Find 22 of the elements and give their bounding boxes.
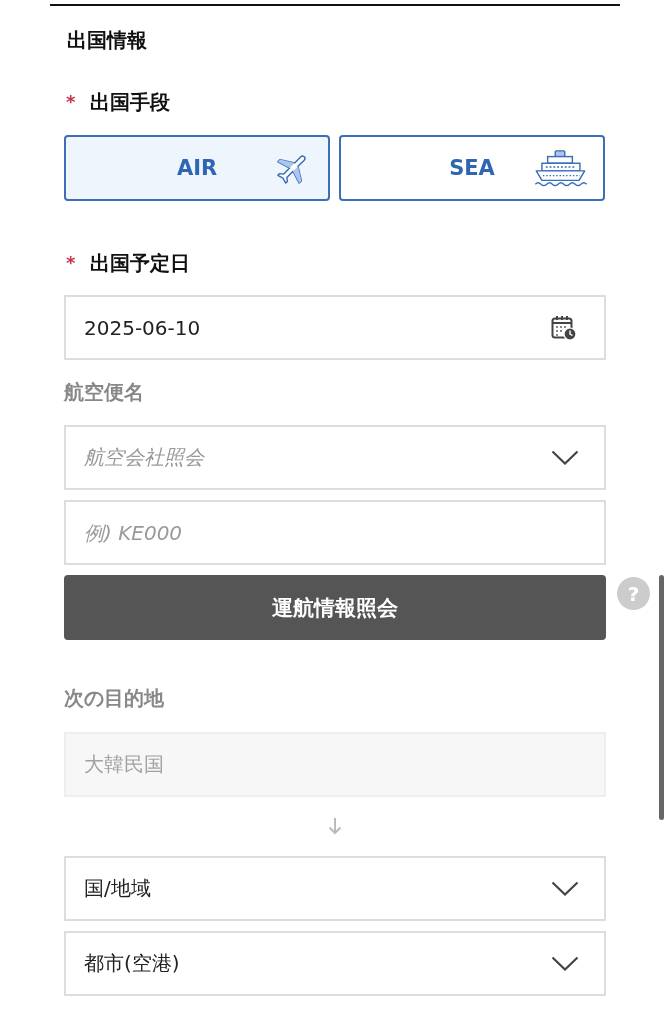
flight-number-input[interactable]: 例) KE000 [64, 500, 606, 565]
ship-icon [533, 149, 587, 187]
airline-select[interactable]: 航空会社照会 [64, 425, 606, 490]
country-select[interactable]: 国/地域 [64, 856, 606, 921]
required-mark: * [65, 90, 77, 114]
city-select[interactable]: 都市(空港) [64, 931, 606, 996]
chevron-down-icon [551, 881, 579, 896]
field-label: 航空便名 [64, 379, 144, 406]
mode-option[interactable]: SEA [339, 135, 605, 201]
flight-lookup-button[interactable]: 運航情報照会 [64, 575, 606, 640]
date-field[interactable]: 2025-06-10 [64, 295, 606, 360]
field-label: 次の目的地 [64, 685, 164, 712]
arrow-down-icon [328, 817, 342, 835]
chevron-down-icon [551, 956, 579, 971]
scrollbar-thumb[interactable] [659, 575, 664, 820]
mode-option[interactable]: AIR [64, 135, 330, 201]
field-label: 出国予定日 [90, 250, 190, 277]
field-label: 出国手段 [90, 89, 170, 116]
calendar-clock-icon [551, 314, 577, 341]
section-title: 出国情報 [67, 27, 147, 54]
required-mark: * [65, 251, 77, 275]
chevron-down-icon [551, 450, 579, 465]
